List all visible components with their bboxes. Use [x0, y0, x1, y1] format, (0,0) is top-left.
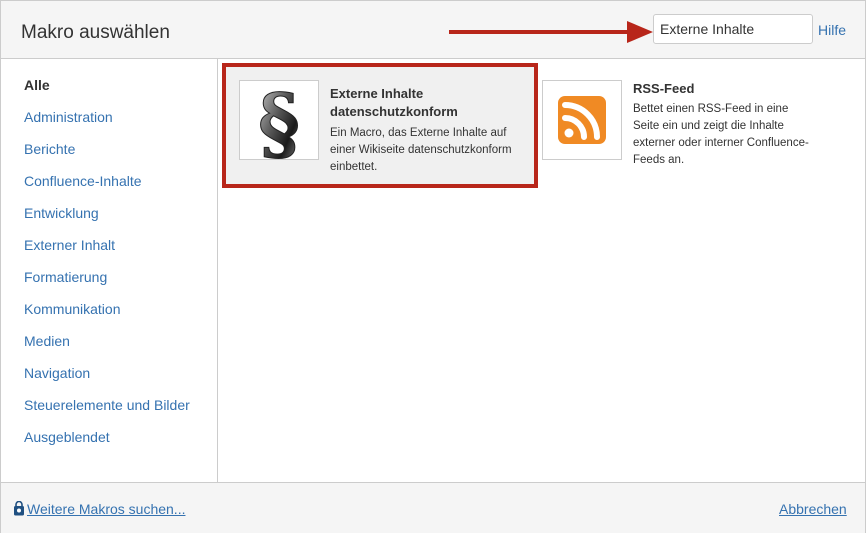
- category-controls-and-images[interactable]: Steuerelemente und Bilder: [24, 397, 190, 413]
- macro-title: Externe Inhalte datenschutzkonform: [330, 86, 458, 119]
- macro-title: RSS-Feed: [633, 81, 695, 96]
- find-more-macros-link[interactable]: Weitere Makros suchen...: [13, 501, 185, 517]
- macro-thumbnail: [542, 80, 622, 160]
- rss-icon: [558, 96, 606, 144]
- category-formatting[interactable]: Formatierung: [24, 269, 107, 285]
- dialog-title: Makro auswählen: [21, 22, 170, 43]
- category-confluence-content[interactable]: Confluence-Inhalte: [24, 173, 142, 189]
- category-development[interactable]: Entwicklung: [24, 205, 99, 221]
- find-more-macros-label: Weitere Makros suchen...: [27, 501, 186, 517]
- marketplace-bag-icon: [14, 501, 24, 516]
- macro-card-rss-feed[interactable]: RSS-Feed Bettet einen RSS-Feed in eine S…: [542, 77, 842, 187]
- cancel-button[interactable]: Abbrechen: [779, 501, 847, 517]
- category-administration[interactable]: Administration: [24, 109, 113, 125]
- category-communication[interactable]: Kommunikation: [24, 301, 121, 317]
- macro-card-external-content[interactable]: § Externe Inhalte datenschutzkonform Ein…: [222, 63, 538, 188]
- macro-search-input[interactable]: [653, 14, 813, 44]
- paragraph-icon: §: [258, 76, 301, 171]
- macro-thumbnail: §: [239, 76, 319, 171]
- category-external-content[interactable]: Externer Inhalt: [24, 237, 115, 253]
- category-navigation[interactable]: Navigation: [24, 365, 90, 381]
- macro-list: § Externe Inhalte datenschutzkonform Ein…: [218, 59, 865, 482]
- svg-text:§: §: [258, 81, 300, 159]
- category-all[interactable]: Alle: [24, 77, 50, 93]
- category-media[interactable]: Medien: [24, 333, 70, 349]
- macro-dialog: Makro auswählen Hilfe Alle Administratio…: [0, 0, 866, 533]
- dialog-footer: Weitere Makros suchen... Abbrechen: [1, 482, 865, 533]
- category-sidebar: Alle Administration Berichte Confluence-…: [1, 59, 218, 482]
- category-hidden[interactable]: Ausgeblendet: [24, 429, 110, 445]
- annotation-arrow-icon: [449, 21, 653, 43]
- category-reports[interactable]: Berichte: [24, 141, 75, 157]
- dialog-header: Makro auswählen Hilfe: [1, 1, 865, 59]
- macro-description: Ein Macro, das Externe Inhalte auf einer…: [330, 127, 512, 173]
- help-link[interactable]: Hilfe: [818, 22, 846, 38]
- macro-description: Bettet einen RSS-Feed in eine Seite ein …: [633, 103, 809, 166]
